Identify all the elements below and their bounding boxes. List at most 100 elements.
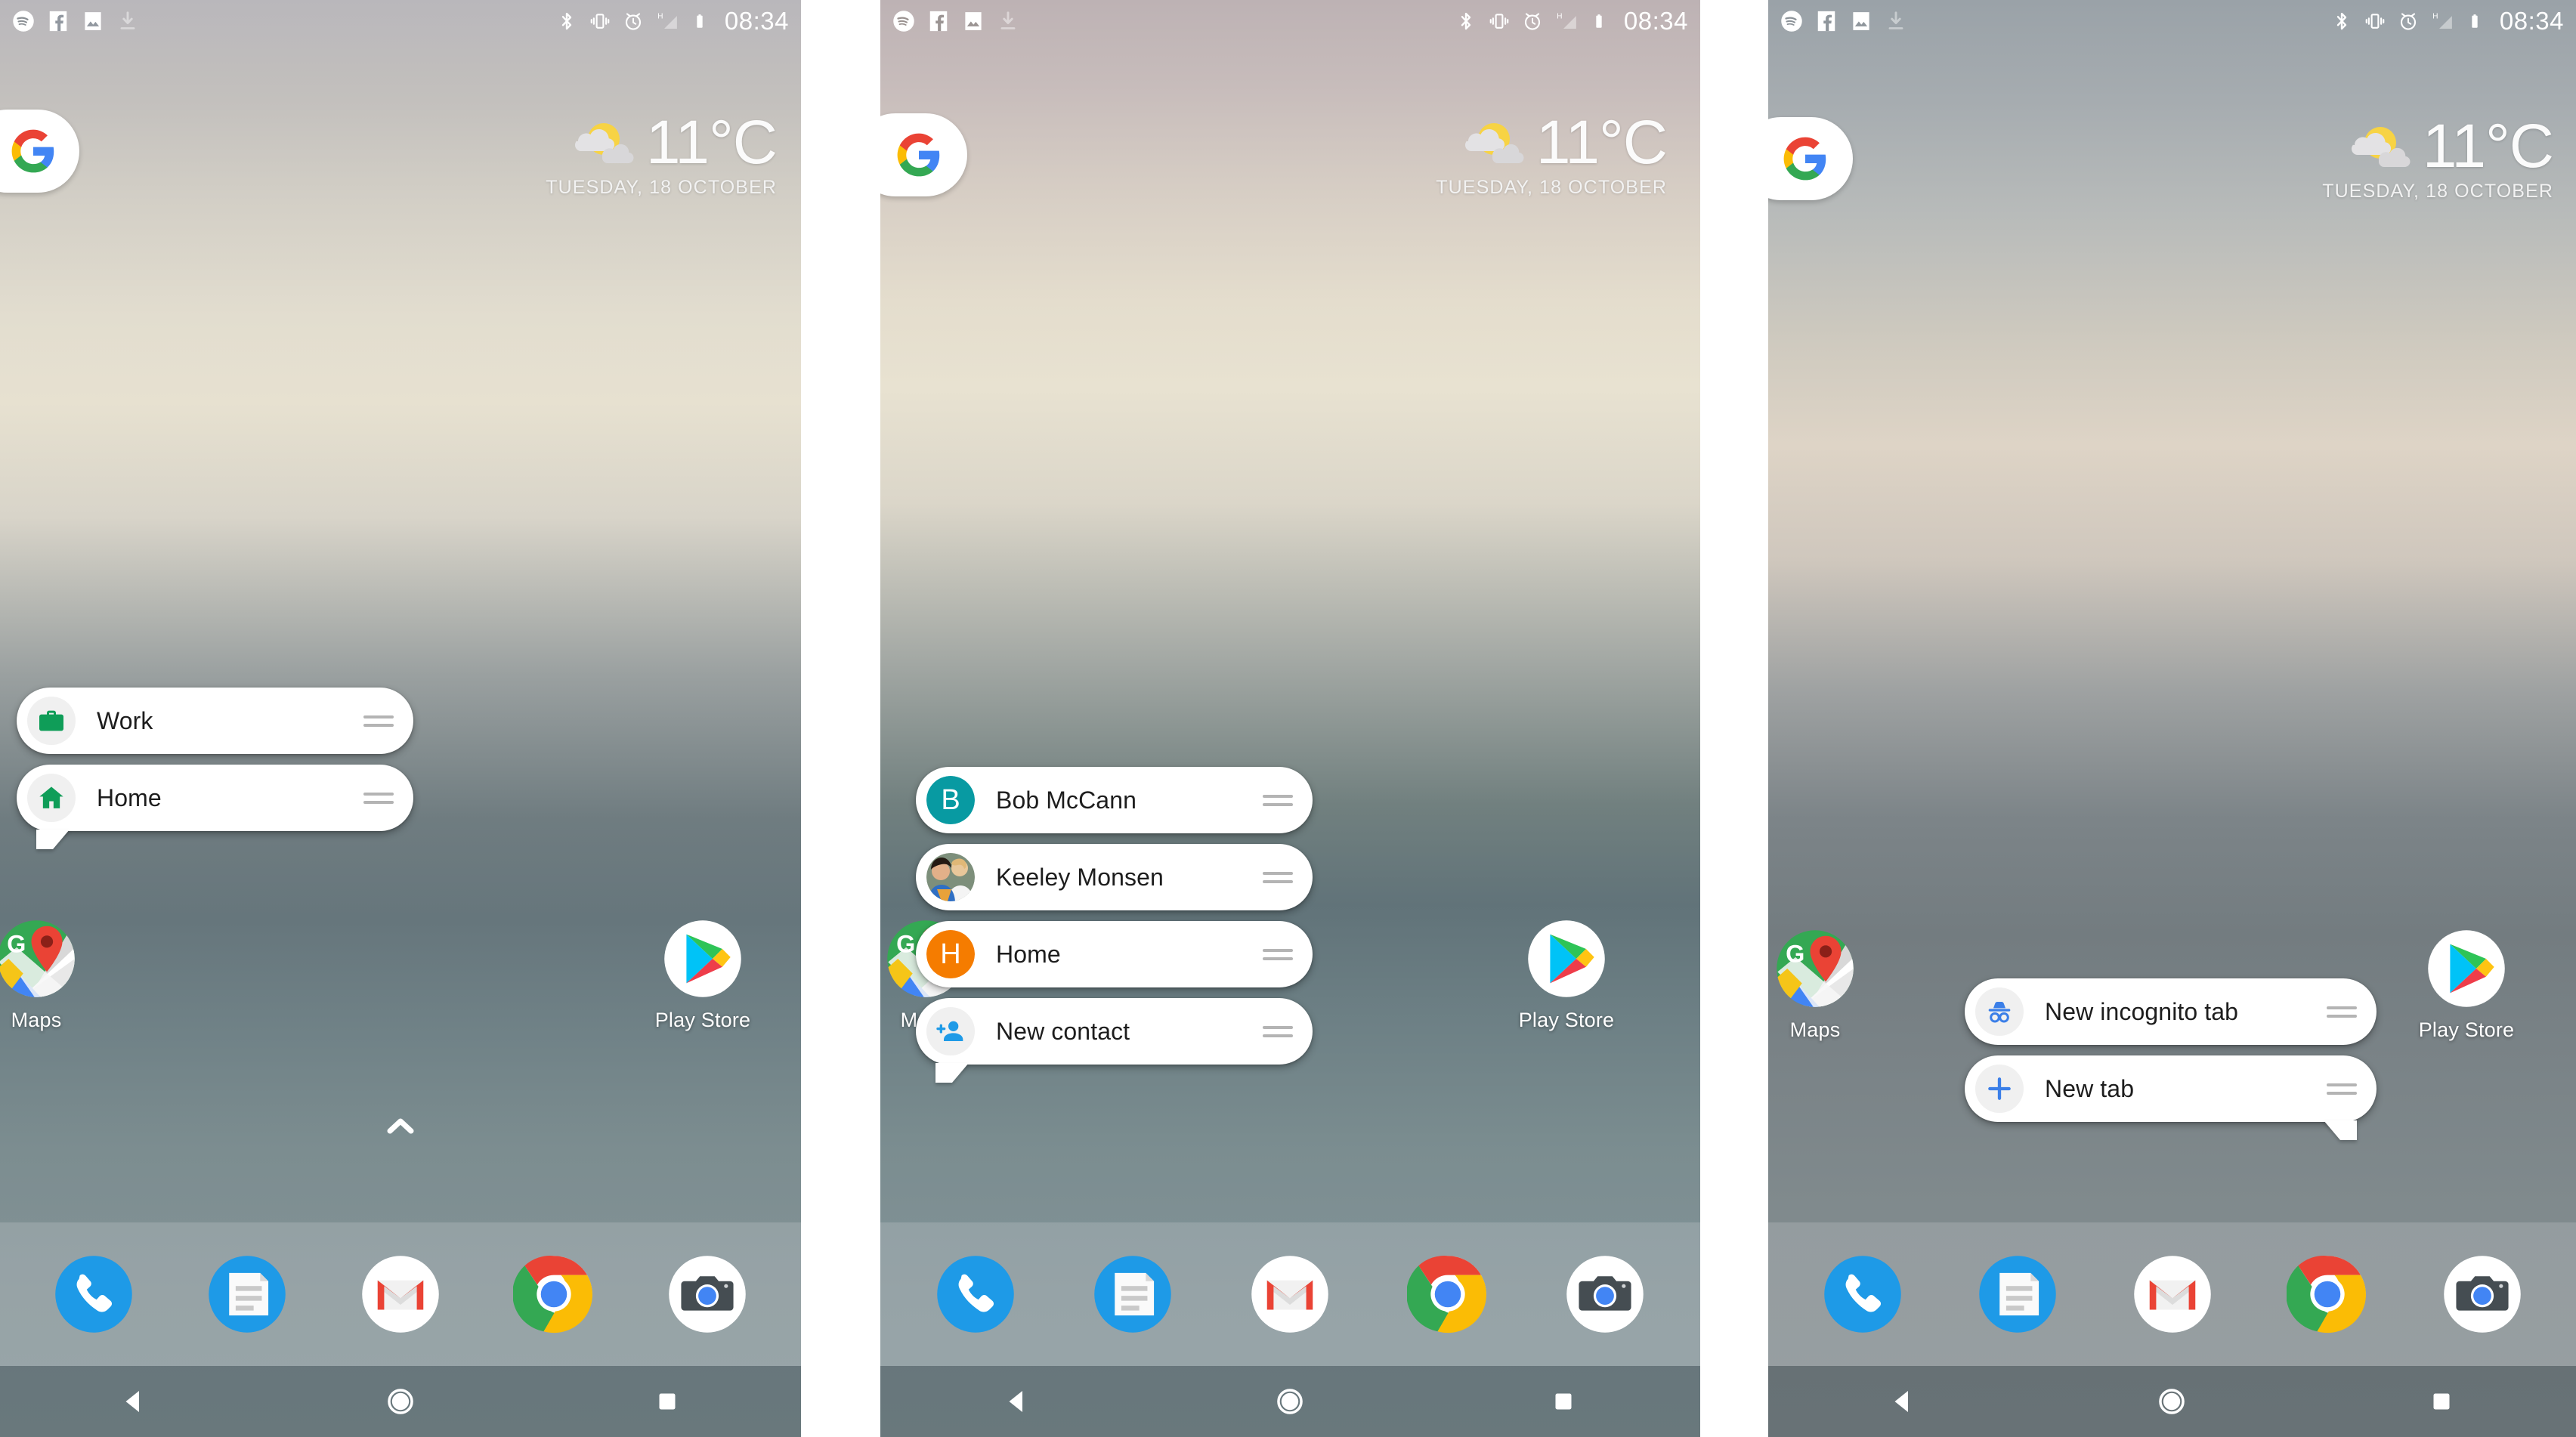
desktop-icon-label-play-store: Play Store [1518, 1009, 1615, 1031]
nav-home-button[interactable] [370, 1380, 431, 1423]
briefcase-icon [27, 697, 76, 745]
nav-bar [880, 1366, 1700, 1437]
avatar-letter-h: H [926, 930, 975, 978]
nav-back-button[interactable] [1872, 1380, 1933, 1423]
drag-handle-icon[interactable] [363, 712, 394, 729]
menu-item-label: New contact [996, 1017, 1130, 1045]
nav-back-button[interactable] [987, 1380, 1047, 1423]
google-maps-icon: G [1774, 928, 1856, 1009]
battery-icon [2472, 14, 2478, 28]
weather-widget[interactable]: 11°C TUESDAY, 18 OCTOBER [2322, 116, 2554, 202]
desktop-icon-label-maps: Maps [11, 1009, 62, 1031]
dock-icon-phone[interactable] [53, 1253, 135, 1335]
menu-item-bob-mccann[interactable]: B Bob McCann [916, 767, 1313, 833]
google-play-icon [1526, 918, 1607, 1000]
menu-item-home[interactable]: Home [17, 765, 413, 849]
menu-item-new-incognito-tab[interactable]: New incognito tab [1965, 978, 2377, 1045]
weather-date: TUESDAY, 18 OCTOBER [2322, 180, 2553, 202]
weather-temp-row: 11°C [2322, 116, 2554, 177]
signal-h-icon: H [657, 12, 677, 29]
nav-home-button[interactable] [1260, 1380, 1320, 1423]
status-bar-right-icons: H 08:34 [1455, 7, 1688, 36]
nav-recents-button[interactable] [2411, 1380, 2472, 1423]
menu-item-label: Keeley Monsen [996, 863, 1164, 891]
alarm-icon [2400, 13, 2416, 30]
status-bar-right-icons: H 08:34 [2330, 7, 2564, 36]
drag-handle-icon[interactable] [1263, 1023, 1293, 1040]
menu-item-label: New incognito tab [2045, 997, 2239, 1025]
menu-item-home[interactable]: H Home [916, 921, 1313, 987]
nav-back-button[interactable] [104, 1380, 164, 1423]
dock-icon-camera[interactable] [2441, 1253, 2523, 1335]
weather-widget[interactable]: 11°C TUESDAY, 18 OCTOBER [546, 112, 778, 199]
menu-item-work[interactable]: Work [17, 688, 413, 754]
screenshot-icon [1853, 12, 1869, 30]
desktop-icon-maps[interactable]: G Maps [0, 918, 89, 1032]
spotify-icon [13, 11, 34, 32]
screenshot-icon [85, 12, 101, 30]
spotify-icon [1781, 11, 1802, 32]
screenshot-icon [965, 12, 982, 30]
facebook-icon [1817, 11, 1835, 32]
wallpaper [880, 0, 1700, 1437]
menu-pointer-tail [935, 1063, 969, 1083]
dock-icon-gmail[interactable] [360, 1253, 441, 1335]
drag-handle-icon[interactable] [1263, 869, 1293, 885]
google-search-widget[interactable] [0, 110, 79, 193]
incognito-icon [1975, 987, 2024, 1036]
desktop-icon-play-store[interactable]: Play Store [2414, 928, 2519, 1042]
wallpaper [1768, 0, 2576, 1437]
nav-home-button[interactable] [2142, 1380, 2202, 1423]
nav-bar [0, 1366, 801, 1437]
nav-recents-button[interactable] [637, 1380, 697, 1423]
menu-item-label: Home [97, 783, 162, 811]
app-drawer-chevron[interactable] [378, 1112, 423, 1139]
back-triangle-icon [125, 1391, 139, 1412]
drag-handle-icon[interactable] [1263, 946, 1293, 963]
dock-icon-messages[interactable] [1977, 1253, 2058, 1335]
desktop-icon-maps[interactable]: G Maps [1768, 928, 1868, 1042]
weather-temp-row: 11°C [546, 112, 778, 173]
google-search-widget[interactable] [1768, 117, 1853, 200]
dock-icon-messages[interactable] [206, 1253, 288, 1335]
avatar-photo [926, 853, 975, 901]
dock-icon-camera[interactable] [666, 1253, 748, 1335]
dock-icon-chrome[interactable] [1406, 1253, 1489, 1335]
signal-h-icon: H [2432, 12, 2452, 29]
status-bar-left-icons [892, 10, 1019, 32]
menu-item-keeley-monsen[interactable]: Keeley Monsen [916, 844, 1313, 910]
vibrate-icon [2365, 14, 2385, 29]
dock-icon-camera[interactable] [1564, 1253, 1646, 1335]
recents-square-icon [1555, 1393, 1572, 1410]
dock-icon-chrome[interactable] [512, 1253, 595, 1335]
download-icon [120, 11, 135, 29]
drag-handle-icon[interactable] [2327, 1080, 2357, 1097]
drag-handle-icon[interactable] [2327, 1003, 2357, 1020]
weather-date: TUESDAY, 18 OCTOBER [546, 176, 777, 198]
menu-item-new-tab[interactable]: New tab [1965, 1055, 2377, 1140]
dock-icon-phone[interactable] [1822, 1253, 1903, 1335]
status-bar-clock: 08:34 [2499, 7, 2564, 35]
dock-icon-gmail[interactable] [1249, 1253, 1331, 1335]
dock-icon-phone[interactable] [935, 1253, 1016, 1335]
dock-icon-messages[interactable] [1092, 1253, 1174, 1335]
weather-temperature: 11°C [1535, 108, 1668, 177]
nav-recents-button[interactable] [1533, 1380, 1594, 1423]
menu-item-new-contact[interactable]: New contact [916, 998, 1313, 1083]
partly-cloudy-icon [1464, 122, 1524, 163]
weather-widget[interactable]: 11°C TUESDAY, 18 OCTOBER [1436, 108, 1668, 199]
status-bar-left-icons [1780, 10, 1907, 32]
drag-handle-icon[interactable] [1263, 792, 1293, 808]
status-bar-clock: 08:34 [1623, 7, 1688, 35]
partly-cloudy-icon [574, 122, 634, 163]
desktop-icon-play-store[interactable]: Play Store [1514, 918, 1619, 1032]
bluetooth-icon [1461, 12, 1471, 30]
google-search-widget[interactable] [880, 113, 967, 196]
house-icon [27, 774, 76, 822]
plus-icon [1975, 1065, 2024, 1113]
drag-handle-icon[interactable] [363, 790, 394, 806]
dock-icon-gmail[interactable] [2132, 1253, 2213, 1335]
svg-text:H: H [1557, 12, 1562, 20]
dock-icon-chrome[interactable] [2285, 1253, 2368, 1335]
desktop-icon-play-store[interactable]: Play Store [650, 918, 756, 1032]
